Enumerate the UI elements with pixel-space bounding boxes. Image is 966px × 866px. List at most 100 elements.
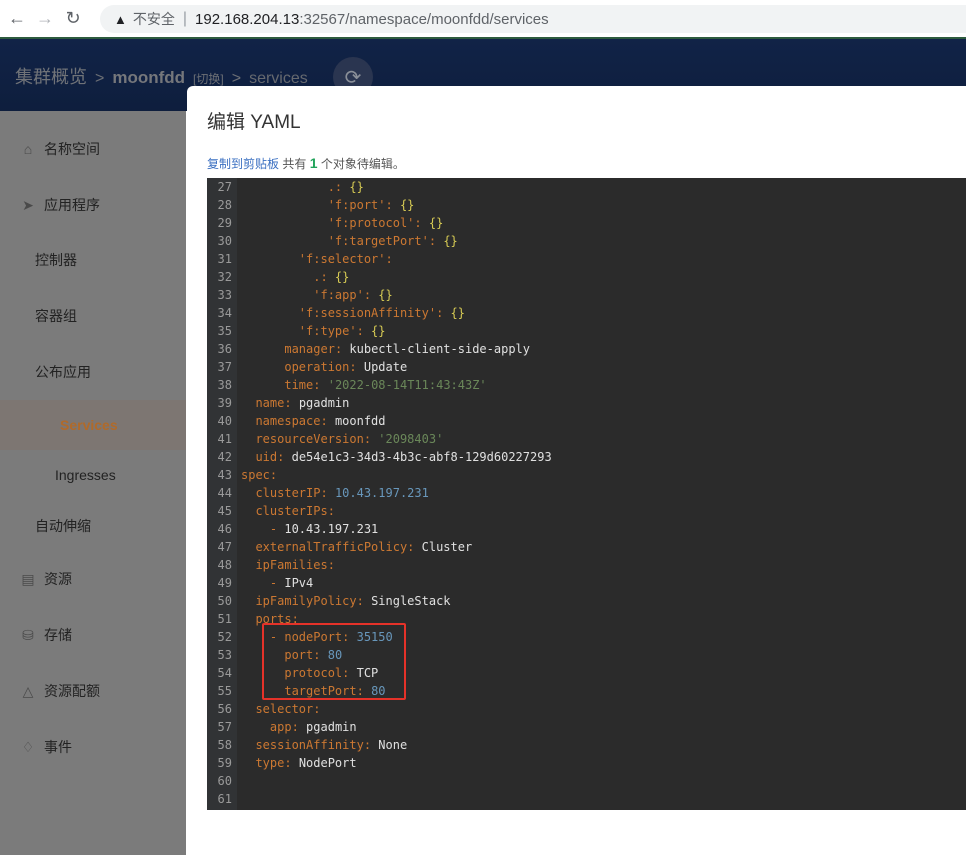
code-line: 44 clusterIP: 10.43.197.231 xyxy=(207,484,966,502)
line-number: 59 xyxy=(217,756,232,770)
code-line: 32 .: {} xyxy=(207,268,966,286)
yaml-value: Update xyxy=(363,360,408,374)
line-number: 37 xyxy=(217,360,232,374)
code-token: .: xyxy=(327,180,343,194)
info-prefix: 共有 xyxy=(282,157,307,171)
line-number: 47 xyxy=(217,540,232,554)
line-number: 61 xyxy=(217,792,232,806)
code-token: : xyxy=(407,540,422,554)
code-line: 30 'f:targetPort': {} xyxy=(207,232,966,250)
copy-to-clipboard-link[interactable]: 复制到剪贴板 xyxy=(207,157,279,171)
yaml-value: kubectl-client-side-apply xyxy=(349,342,531,356)
sidebar-item-label: 名称空间 xyxy=(44,141,100,157)
line-number: 43 xyxy=(217,468,232,482)
code-token: {} xyxy=(399,198,415,212)
browser-toolbar: ← → ↻ ▲ 不安全 | 192.168.204.13:32567/names… xyxy=(0,0,966,37)
code-line: 28 'f:port': {} xyxy=(207,196,966,214)
code-line: 34 'f:sessionAffinity': {} xyxy=(207,304,966,322)
code-line: 40 namespace: moonfdd xyxy=(207,412,966,430)
yaml-key: selector: xyxy=(255,702,321,716)
code-token: : xyxy=(313,378,328,392)
yaml-key: externalTrafficPolicy xyxy=(255,540,408,554)
sidebar-item-label: 自动伸缩 xyxy=(35,518,91,534)
sidebar-item-label: Ingresses xyxy=(55,467,116,483)
code-token: : xyxy=(385,252,393,266)
yaml-value: '2022-08-14T11:43:43Z' xyxy=(327,378,487,392)
url-path: :32567/namespace/moonfdd/services xyxy=(299,10,549,28)
code-line: 36 manager: kubectl-client-side-apply xyxy=(207,340,966,358)
forward-button[interactable]: → xyxy=(34,8,56,30)
sidebar: ⌂ 名称空间 ➤ 应用程序 控制器 容器组 公布应用 Services Ingr… xyxy=(0,111,186,855)
yaml-key: spec: xyxy=(241,468,278,482)
url-host: 192.168.204.13 xyxy=(195,10,300,28)
code-token: : xyxy=(363,288,379,302)
yaml-value: None xyxy=(378,738,408,752)
code-line: 49 - IPv4 xyxy=(207,574,966,592)
yaml-value: NodePort xyxy=(298,756,357,770)
yaml-key: ipFamilyPolicy xyxy=(255,594,357,608)
sidebar-item-resources[interactable]: ▤ 资源 xyxy=(0,559,186,599)
edit-yaml-dialog: 编辑 YAML 复制到剪贴板 共有 1 个对象待编辑。 27 .: {} 28 '… xyxy=(187,86,966,866)
code-token: : xyxy=(284,396,299,410)
code-token: : xyxy=(356,594,372,608)
code-line: 29 'f:protocol': {} xyxy=(207,214,966,232)
box-icon: ▤ xyxy=(21,570,35,587)
code-line: 60 xyxy=(207,772,966,790)
code-line: 33 'f:app': {} xyxy=(207,286,966,304)
line-number: 55 xyxy=(217,684,232,698)
sidebar-item-applications[interactable]: ➤ 应用程序 xyxy=(0,185,186,225)
reload-button[interactable]: ↻ xyxy=(62,8,84,30)
yaml-value: '2098403' xyxy=(378,432,444,446)
url-text[interactable]: 192.168.204.13:32567/namespace/moonfdd/s… xyxy=(195,11,549,28)
code-line: 58 sessionAffinity: None xyxy=(207,736,966,754)
home-icon: ⌂ xyxy=(23,141,33,157)
sidebar-item-storage[interactable]: ⛁ 存储 xyxy=(0,615,186,655)
sidebar-item-events[interactable]: ♢ 事件 xyxy=(0,727,186,767)
code-token: {} xyxy=(378,288,393,302)
line-number: 54 xyxy=(217,666,232,680)
breadcrumb-cluster-overview[interactable]: 集群概览 xyxy=(15,63,87,89)
yaml-value: 10.43.197.231 xyxy=(284,522,379,536)
code-line: 37 operation: Update xyxy=(207,358,966,376)
code-line: 61 xyxy=(207,790,966,808)
line-number: 40 xyxy=(217,414,232,428)
object-count: 1 xyxy=(309,155,318,171)
line-number: 29 xyxy=(217,216,232,230)
breadcrumb-namespace[interactable]: moonfdd xyxy=(112,68,185,88)
yaml-value: pgadmin xyxy=(298,396,350,410)
code-token: : xyxy=(277,450,292,464)
line-number: 38 xyxy=(217,378,232,392)
sidebar-item-quotas[interactable]: △ 资源配额 xyxy=(0,671,186,711)
yaml-key: type xyxy=(255,756,285,770)
code-token: {} xyxy=(450,306,465,320)
code-line: 38 time: '2022-08-14T11:43:43Z' xyxy=(207,376,966,394)
line-number: 28 xyxy=(217,198,232,212)
sidebar-item-label: 存储 xyxy=(44,627,72,643)
line-number: 60 xyxy=(217,774,232,788)
sidebar-item-label: 应用程序 xyxy=(44,197,100,213)
switch-namespace-link[interactable]: [切换] xyxy=(193,70,224,87)
yaml-editor[interactable]: 27 .: {} 28 'f:port': {} 29 'f:protocol': … xyxy=(207,178,966,810)
line-number: 35 xyxy=(217,324,232,338)
address-bar[interactable]: ▲ 不安全 | 192.168.204.13:32567/namespace/m… xyxy=(100,5,966,33)
back-button[interactable]: ← xyxy=(6,8,28,30)
code-token: - xyxy=(269,522,285,536)
code-token: : xyxy=(356,324,372,338)
code-line: 39 name: pgadmin xyxy=(207,394,966,412)
yaml-key: time xyxy=(284,378,314,392)
yaml-key: ipFamilies: xyxy=(255,558,335,572)
yaml-key: clusterIPs: xyxy=(255,504,335,518)
line-number: 41 xyxy=(217,432,232,446)
yaml-key: clusterIP xyxy=(255,486,321,500)
line-number: 51 xyxy=(217,612,232,626)
code-token: {} xyxy=(342,180,364,194)
sidebar-item-label: 资源配额 xyxy=(44,683,100,699)
code-token: : xyxy=(428,234,444,248)
sidebar-item-namespaces[interactable]: ⌂ 名称空间 xyxy=(0,129,186,169)
yaml-key: 'f:app' xyxy=(313,288,364,302)
sidebar-item-services[interactable]: Services xyxy=(0,400,186,450)
code-token: : xyxy=(414,216,429,230)
code-token: : xyxy=(349,360,364,374)
line-number: 49 xyxy=(217,576,232,590)
code-line: 47 externalTrafficPolicy: Cluster xyxy=(207,538,966,556)
